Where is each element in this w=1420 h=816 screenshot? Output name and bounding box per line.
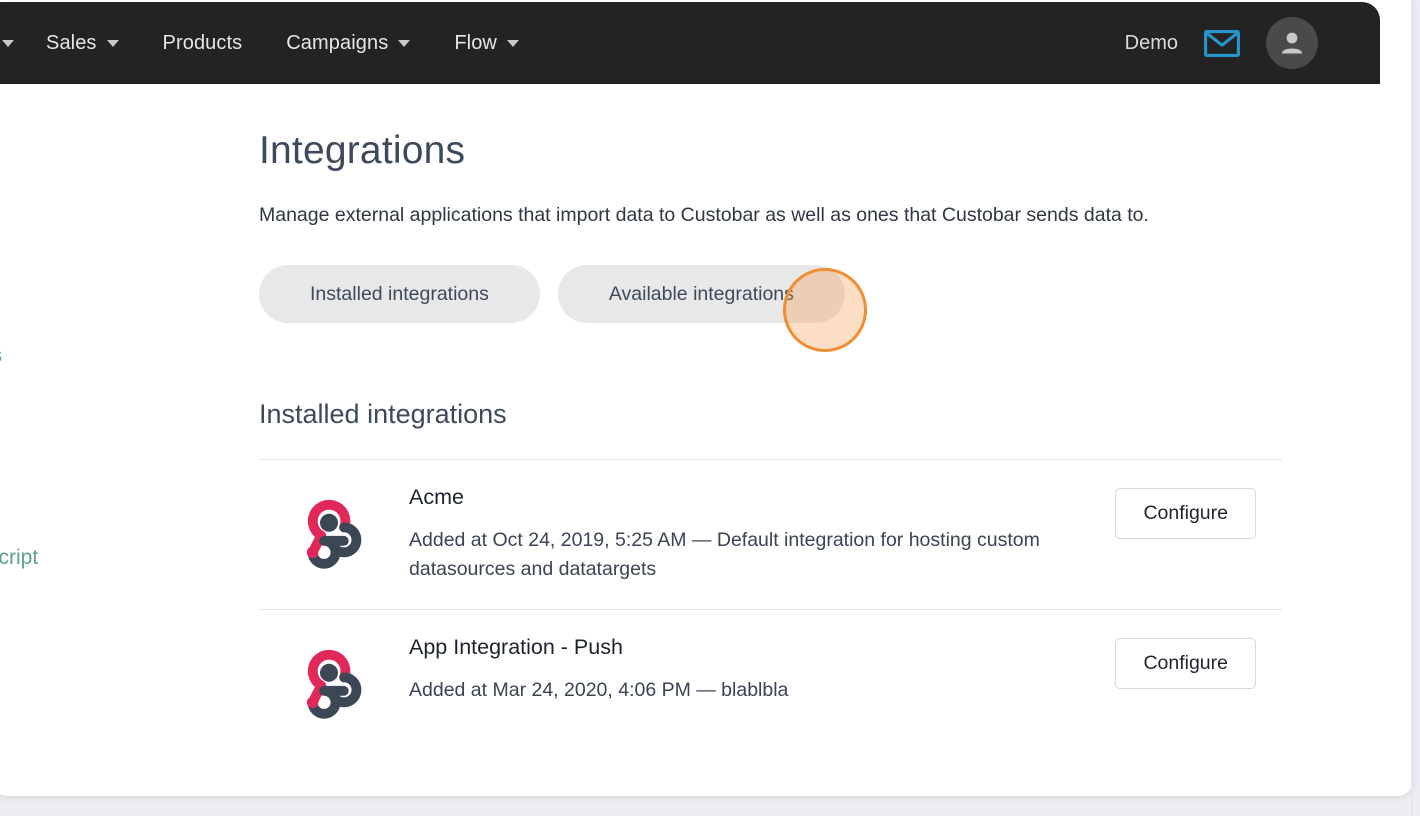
nav-item-sales[interactable]: Sales: [24, 2, 141, 84]
nav-item-label: Campaigns: [286, 31, 389, 54]
integration-row[interactable]: Acme Added at Oct 24, 2019, 5:25 AM — De…: [259, 459, 1282, 609]
integration-name: App Integration - Push: [409, 635, 623, 660]
integration-description: Added at Mar 24, 2020, 4:06 PM — blablbl…: [409, 678, 789, 701]
integration-description: Added at Oct 24, 2019, 5:25 AM — Default…: [409, 528, 1040, 580]
nav-item-label: Flow: [454, 31, 497, 54]
integration-details: Acme Added at Oct 24, 2019, 5:25 AM — De…: [377, 482, 1057, 584]
page-subtitle: Manage external applications that import…: [259, 203, 1149, 226]
integration-name: Acme: [409, 485, 464, 510]
window-edge-divider: [1411, 0, 1413, 816]
webhooks-logo-icon: [306, 649, 362, 719]
integration-logo: [281, 632, 377, 722]
integration-logo: [281, 482, 377, 572]
nav-item-campaigns[interactable]: Campaigns: [264, 2, 432, 84]
integration-action: Configure: [1115, 482, 1282, 540]
nav-item-truncated[interactable]: [0, 2, 24, 84]
sidebar-fragment-integrations[interactable]: ns: [0, 344, 2, 368]
nav-item-products[interactable]: Products: [141, 2, 265, 84]
page-title: Integrations: [259, 129, 466, 172]
envelope-icon[interactable]: [1204, 29, 1240, 57]
sidebar-fragment-script[interactable]: script: [0, 546, 38, 570]
integration-list: Acme Added at Oct 24, 2019, 5:25 AM — De…: [259, 459, 1282, 759]
section-heading-installed: Installed integrations: [259, 399, 507, 430]
account-label[interactable]: Demo: [1125, 32, 1178, 55]
main-content: Integrations Manage external application…: [259, 128, 1289, 759]
tab-group: Installed integrations Available integra…: [259, 265, 1289, 324]
navbar-left-group: Sales Products Campaigns Flow: [0, 2, 541, 84]
integration-action: Configure: [1115, 632, 1282, 690]
chevron-down-icon: [106, 39, 119, 47]
nav-item-flow[interactable]: Flow: [432, 2, 541, 84]
top-navbar: Sales Products Campaigns Flow Demo: [0, 2, 1380, 84]
app-viewport: Sales Products Campaigns Flow Demo cript…: [0, 0, 1420, 816]
avatar[interactable]: [1266, 17, 1318, 69]
integration-details: App Integration - Push Added at Mar 24, …: [377, 632, 1057, 705]
integration-row[interactable]: App Integration - Push Added at Mar 24, …: [259, 609, 1282, 759]
configure-button[interactable]: Configure: [1115, 488, 1256, 540]
chevron-down-icon: [398, 39, 411, 47]
nav-item-label: Products: [162, 31, 243, 54]
configure-button[interactable]: Configure: [1115, 638, 1256, 690]
user-avatar-icon: [1281, 32, 1303, 54]
chevron-down-icon: [506, 39, 519, 47]
tab-installed-integrations[interactable]: Installed integrations: [259, 265, 540, 324]
webhooks-logo-icon: [306, 499, 362, 569]
navbar-right-group: Demo: [1125, 17, 1380, 69]
chevron-down-icon: [2, 39, 14, 47]
tab-available-integrations[interactable]: Available integrations: [557, 265, 845, 324]
nav-item-label: Sales: [46, 31, 97, 54]
page-card: Sales Products Campaigns Flow Demo cript…: [0, 0, 1413, 796]
